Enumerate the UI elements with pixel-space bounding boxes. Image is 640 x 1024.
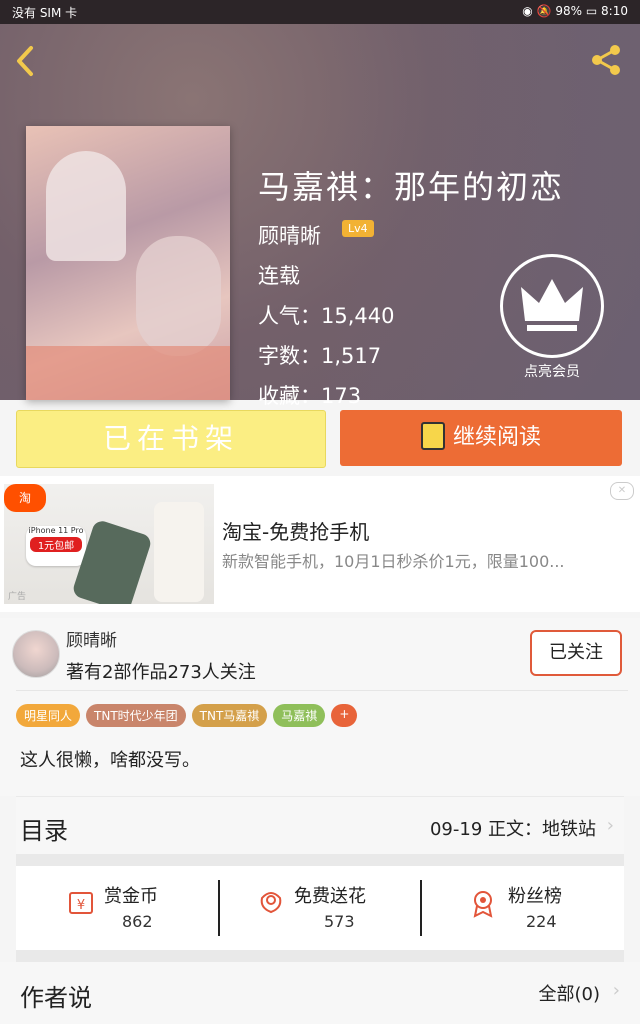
share-button[interactable] [588,42,624,78]
clock: 8:10 [601,4,628,18]
author-name[interactable]: 顾晴晰 [66,626,117,651]
chevron-right-icon: › [612,980,620,1001]
stat-name: 免费送花 [294,886,366,907]
medal-icon [468,888,498,918]
follow-button[interactable]: 已关注 [530,630,622,676]
reward-coin-button[interactable]: ¥ 赏金币 862 [16,866,218,950]
book-author[interactable]: 顾晴晰 [258,220,321,250]
stat-name: 赏金币 [104,886,158,907]
popularity: 人气：15,440 [258,304,395,328]
table-of-contents[interactable]: 目录 09-19 正文：地铁站 › [16,796,624,855]
on-shelf-button[interactable]: 已在书架 [16,410,326,468]
taobao-logo: 淘 [4,484,46,512]
toc-label: 目录 [20,817,68,845]
divider [16,690,628,691]
book-title: 马嘉祺：那年的初恋 [258,168,565,206]
author-says-label: 作者说 [20,984,92,1012]
author-section: 顾晴晰 著有2部作品273人关注 已关注 明星同人 TNT时代少年团 TNT马嘉… [0,618,640,796]
chevron-right-icon: › [606,815,614,836]
mute-icon: 🔕 [536,4,552,18]
tag-item[interactable]: 马嘉祺 [273,704,326,727]
favorites: 收藏：173 [258,384,362,408]
ad-description[interactable]: 新款智能手机，10月1日秒杀价1元，限量100... [222,548,602,572]
promo-bubble: iPhone 11 Pro 1元包邮 [26,526,86,566]
popularity-value: 15,440 [321,304,395,328]
reward-coin-icon: ¥ [66,888,96,918]
avatar[interactable] [12,630,60,678]
stat-name: 粉丝榜 [508,886,562,907]
crown-icon [521,279,583,331]
share-icon [592,45,620,75]
eye-icon: ◉ [522,4,533,18]
close-icon[interactable]: ✕ [610,482,634,500]
author-says-section[interactable]: 作者说 全部(0) › [0,962,640,1024]
ad-banner[interactable]: 淘 iPhone 11 Pro 1元包邮 广告 淘宝-免费抢手机 新款智能手机，… [0,476,640,612]
word-count: 字数：1,517 [258,344,382,368]
send-flower-button[interactable]: 免费送花 573 [220,866,422,950]
author-works: 著有2部作品273人关注 [66,662,256,683]
book-icon [420,422,445,450]
svg-text:¥: ¥ [77,898,85,913]
book-cover[interactable] [26,126,230,400]
ad-title[interactable]: 淘宝-免费抢手机 [222,516,369,545]
vip-button[interactable] [500,254,604,358]
latest-chapter[interactable]: 09-19 正文：地铁站 [430,815,596,841]
carrier-text: 没有 SIM 卡 [12,6,78,20]
status-bar: 没有 SIM 卡 ◉ 🔕 98% ▭ 8:10 [0,0,640,24]
ad-mark: 广告 [8,592,27,602]
book-status: 连载 [258,264,300,288]
view-all-link[interactable]: 全部(0) [539,980,601,1006]
favorites-value: 173 [321,384,362,408]
ad-image[interactable]: 淘 iPhone 11 Pro 1元包邮 广告 [4,484,214,604]
battery-percent: 98% [555,4,583,18]
vip-label: 点亮会员 [524,364,580,380]
add-tag-button[interactable]: + [331,704,358,727]
back-button[interactable] [8,44,42,78]
author-level-badge: Lv4 [342,220,374,237]
continue-reading-button[interactable]: 继续阅读 [340,410,622,466]
flower-icon [256,888,286,918]
tag-item[interactable]: TNT时代少年团 [86,704,186,727]
tag-item[interactable]: TNT马嘉祺 [191,704,268,727]
chevron-left-icon [17,46,33,76]
stat-value: 224 [526,912,557,931]
continue-reading-label: 继续阅读 [452,425,541,450]
tag-item[interactable]: 明星同人 [16,704,81,727]
word-count-value: 1,517 [321,344,382,368]
battery-icon: ▭ [585,4,598,18]
author-bio: 这人很懒，啥都没写。 [20,750,200,771]
stat-value: 573 [324,912,355,931]
interaction-stats: ¥ 赏金币 862 免费送花 573 粉丝榜 224 [16,866,624,950]
book-header: 马嘉祺：那年的初恋 顾晴晰 Lv4 连载 人气：15,440 字数：1,517 … [0,24,640,408]
fan-ranking-button[interactable]: 粉丝榜 224 [422,866,624,950]
status-right: ◉ 🔕 98% ▭ 8:10 [522,4,628,18]
stat-value: 862 [122,912,153,931]
tag-list: 明星同人 TNT时代少年团 TNT马嘉祺 马嘉祺 + [16,704,358,727]
